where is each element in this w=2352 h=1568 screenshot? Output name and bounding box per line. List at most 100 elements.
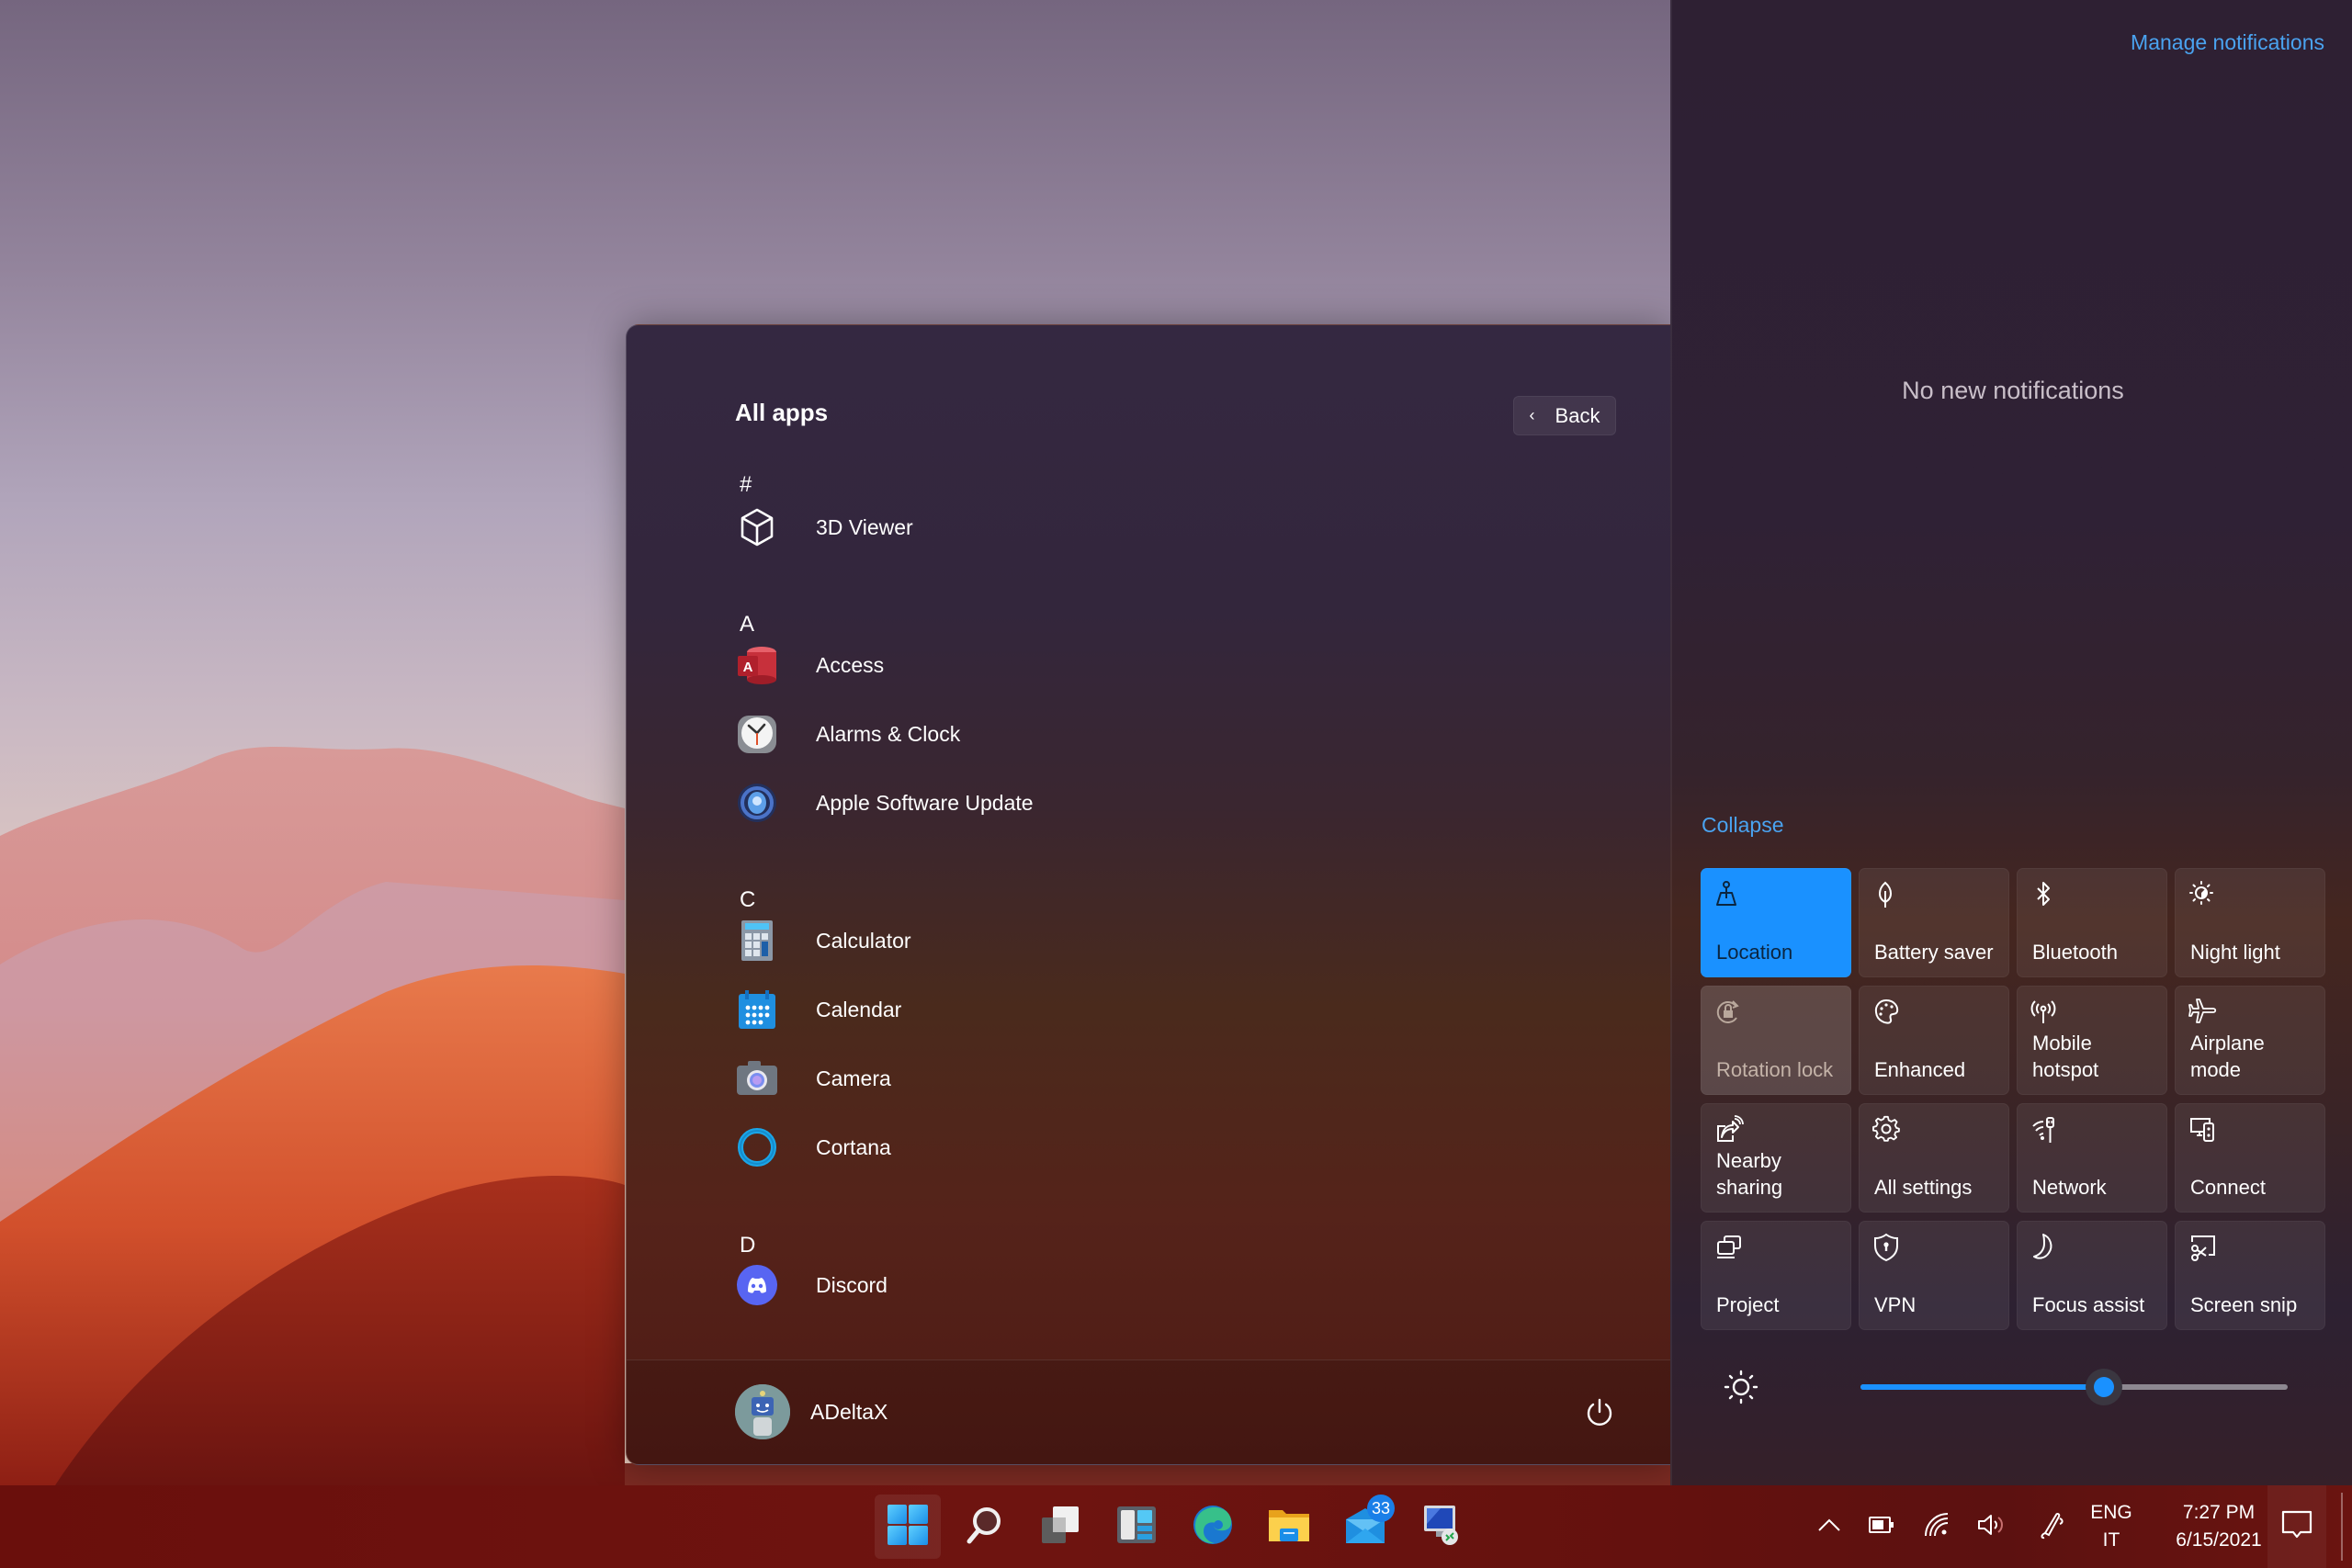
app-item-cortana[interactable]: Cortana [735, 1120, 1562, 1175]
tile-focus-assist[interactable]: Focus assist [2017, 1221, 2167, 1330]
battery-icon [1869, 1516, 1894, 1538]
vpn-shield-icon [1872, 1233, 1902, 1262]
tile-screen-snip[interactable]: Screen snip [2175, 1221, 2325, 1330]
app-item-calendar[interactable]: Calendar [735, 982, 1562, 1037]
clock-date-text: 6/15/2021 [2176, 1529, 2262, 1551]
taskbar-remote-desktop-button[interactable] [1408, 1495, 1475, 1559]
app-item-alarms-clock[interactable]: Alarms & Clock [735, 706, 1562, 761]
chevron-up-icon [1817, 1517, 1841, 1537]
section-header-a[interactable]: A [740, 612, 754, 637]
task-view-icon [1040, 1505, 1080, 1550]
network-icon [2030, 1115, 2060, 1145]
search-icon [964, 1505, 1004, 1550]
app-item-apple-software-update[interactable]: Apple Software Update [735, 775, 1562, 830]
hotspot-icon [2030, 998, 2060, 1027]
tile-location[interactable]: Location [1701, 868, 1851, 977]
input-language-indicator[interactable]: ENG IT [2084, 1499, 2139, 1554]
avatar [735, 1384, 790, 1439]
collapse-link[interactable]: Collapse [1702, 813, 1784, 838]
start-menu-footer: ADeltaX [627, 1359, 1671, 1464]
notification-center-button[interactable] [2267, 1485, 2326, 1568]
app-item-3d-viewer[interactable]: 3D Viewer [735, 500, 1562, 555]
show-desktop-button[interactable] [2341, 1493, 2343, 1561]
taskbar-mail-button[interactable]: 33 [1332, 1495, 1398, 1559]
back-label: Back [1555, 403, 1600, 427]
wifi-icon [1924, 1512, 1950, 1542]
gear-icon [1872, 1115, 1902, 1145]
user-account-button[interactable]: ADeltaX [735, 1384, 888, 1439]
cube-icon [735, 505, 779, 549]
back-button[interactable]: ‹ Back [1513, 396, 1616, 435]
location-icon [1714, 880, 1744, 909]
tile-rotation-lock[interactable]: Rotation lock [1701, 986, 1851, 1095]
tile-enhanced[interactable]: Enhanced [1859, 986, 2009, 1095]
taskbar: 33 ENG IT 7:27 PM 6/15/2021 [0, 1485, 2352, 1568]
screen-snip-icon [2188, 1233, 2218, 1262]
taskbar-search-button[interactable] [951, 1495, 1017, 1559]
all-apps-title: All apps [735, 399, 829, 426]
notification-icon [2281, 1510, 2312, 1544]
connect-icon [2188, 1115, 2218, 1145]
power-icon[interactable] [1584, 1397, 1615, 1428]
action-center-panel: Manage notifications No new notification… [1670, 0, 2352, 1485]
folder-icon [1268, 1505, 1310, 1550]
user-name: ADeltaX [810, 1399, 888, 1424]
section-header-hash[interactable]: # [740, 472, 752, 498]
taskbar-edge-button[interactable] [1180, 1495, 1246, 1559]
calendar-icon [735, 987, 779, 1032]
taskbar-apps: 33 [875, 1495, 1475, 1559]
tile-nearby-sharing[interactable]: Nearby sharing [1701, 1103, 1851, 1213]
clock-date[interactable]: 7:27 PM 6/15/2021 [2159, 1499, 2278, 1554]
system-tray: ENG IT 7:27 PM 6/15/2021 [1806, 1485, 2278, 1568]
show-hidden-icons-button[interactable] [1806, 1517, 1852, 1537]
discord-icon [735, 1263, 779, 1307]
volume-icon [1977, 1512, 2005, 1542]
apple-update-icon [735, 781, 779, 825]
brightness-slider-fill [1860, 1384, 2105, 1390]
tile-battery-saver[interactable]: Battery saver [1859, 868, 2009, 977]
tile-night-light[interactable]: Night light [2175, 868, 2325, 977]
bluetooth-icon [2030, 880, 2060, 909]
tile-vpn[interactable]: VPN [1859, 1221, 2009, 1330]
windows-logo-icon [887, 1504, 929, 1551]
cortana-icon [735, 1125, 779, 1169]
tile-bluetooth[interactable]: Bluetooth [2017, 868, 2167, 977]
leaf-icon [1872, 880, 1902, 909]
battery-button[interactable] [1852, 1516, 1911, 1538]
remote-desktop-icon [1420, 1504, 1463, 1551]
app-item-camera[interactable]: Camera [735, 1051, 1562, 1106]
rotation-lock-icon [1714, 998, 1744, 1027]
tile-mobile-hotspot[interactable]: Mobile hotspot [2017, 986, 2167, 1095]
tile-all-settings[interactable]: All settings [1859, 1103, 2009, 1213]
tile-airplane-mode[interactable]: Airplane mode [2175, 986, 2325, 1095]
taskbar-file-explorer-button[interactable] [1256, 1495, 1322, 1559]
volume-button[interactable] [1962, 1512, 2019, 1542]
calculator-icon [735, 919, 779, 963]
project-icon [1714, 1233, 1744, 1262]
clock-icon [735, 712, 779, 756]
section-header-c[interactable]: C [740, 887, 755, 913]
brightness-sun-icon [1723, 1369, 1759, 1410]
app-item-calculator[interactable]: Calculator [735, 913, 1562, 968]
svg-text:A: A [743, 660, 753, 675]
chevron-left-icon: ‹ [1529, 406, 1535, 424]
widgets-icon [1116, 1505, 1157, 1550]
tile-connect[interactable]: Connect [2175, 1103, 2325, 1213]
manage-notifications-link[interactable]: Manage notifications [2131, 30, 2324, 55]
taskbar-widgets-button[interactable] [1103, 1495, 1170, 1559]
tile-network[interactable]: Network [2017, 1103, 2167, 1213]
app-item-access[interactable]: A Access [735, 637, 1562, 693]
tile-project[interactable]: Project [1701, 1221, 1851, 1330]
moon-icon [2030, 1233, 2060, 1262]
clock-time: 7:27 PM [2182, 1502, 2256, 1523]
wifi-button[interactable] [1911, 1512, 1962, 1542]
brightness-slider-thumb[interactable] [2086, 1369, 2123, 1405]
taskbar-start-button[interactable] [875, 1495, 941, 1559]
section-header-d[interactable]: D [740, 1233, 755, 1258]
pen-icon [2036, 1509, 2067, 1545]
start-menu: All apps ‹ Back # 3D Viewer A A Access A… [626, 324, 1671, 1465]
app-item-discord[interactable]: Discord [735, 1258, 1562, 1313]
nearby-sharing-icon [1714, 1115, 1744, 1145]
taskbar-task-view-button[interactable] [1027, 1495, 1093, 1559]
pen-workspace-button[interactable] [2019, 1509, 2084, 1545]
